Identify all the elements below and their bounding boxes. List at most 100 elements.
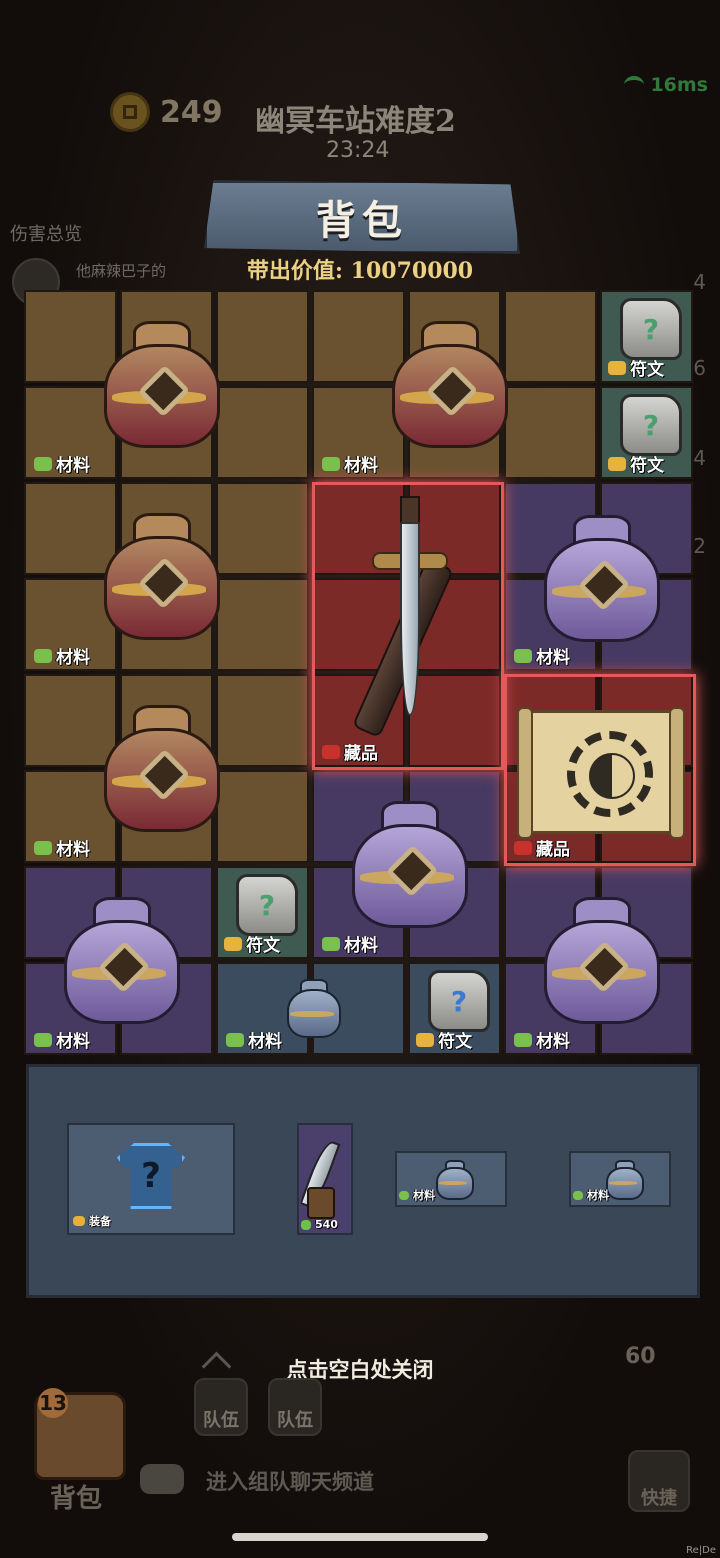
small-bag-icon [603, 1157, 644, 1201]
grid-cell[interactable] [216, 482, 309, 575]
grid-cell[interactable] [216, 386, 309, 479]
material-bag-icon [534, 886, 664, 1026]
item-type-label: 藏品 [344, 744, 378, 764]
team-mic-button[interactable]: 队伍 [194, 1378, 248, 1436]
material-bag-item[interactable]: 材料 [24, 482, 220, 674]
dagger-slot[interactable]: 540 [297, 1123, 353, 1235]
network-ping: 16ms [624, 74, 708, 96]
team-voice-button[interactable]: 队伍 [268, 1378, 322, 1436]
grid-cell[interactable] [504, 290, 597, 383]
material-bag-item[interactable]: 材料 [504, 866, 696, 1058]
material-bag-item[interactable]: 材料 [312, 290, 508, 482]
item-tag: 符文 [608, 355, 664, 380]
material-bag-icon [54, 886, 184, 1026]
item-type-label: 材料 [344, 456, 378, 476]
equipment-slot[interactable]: ? 装备 [67, 1123, 235, 1235]
material-bag-icon [534, 504, 664, 644]
grid-cell[interactable] [216, 770, 309, 863]
material-bag-item[interactable]: 材料 [312, 770, 504, 962]
item-tag: 材料 [514, 1027, 570, 1052]
bagua-scroll-collectible-item[interactable]: 藏品 [504, 674, 696, 866]
item-type-label: 材料 [536, 1032, 570, 1052]
small-material-bag-item[interactable]: 材料 [216, 962, 408, 1058]
bagua-scroll-icon [517, 707, 685, 839]
quick-button[interactable]: 快捷 [628, 1450, 690, 1512]
rune-mark: ? [258, 888, 276, 922]
collectible-tag-icon [322, 744, 340, 759]
grid-cell[interactable] [216, 290, 309, 383]
team-label: 队伍 [203, 1410, 239, 1431]
rune-item[interactable]: ? 符文 [600, 290, 696, 386]
sword-icon [316, 482, 500, 742]
rune-item[interactable]: ? 符文 [216, 866, 312, 962]
item-tag: 材料 [34, 835, 90, 860]
material-bag-item[interactable]: 材料 [24, 674, 220, 866]
rune-item[interactable]: ? 符文 [600, 386, 696, 482]
material-tag-icon [399, 1190, 409, 1200]
item-type-label: 材料 [344, 936, 378, 956]
grid-cell[interactable] [504, 386, 597, 479]
backpack-label: 背包 [50, 1484, 103, 1514]
item-tag: 材料 [399, 1187, 435, 1203]
item-tag: 装备 [73, 1213, 111, 1229]
item-tag: 材料 [34, 1027, 90, 1052]
backpack-banner: 背包 [204, 180, 520, 254]
ping-value: 16ms [650, 74, 708, 96]
material-tag-icon [514, 648, 532, 663]
item-value: 540 [315, 1218, 338, 1231]
team-chat-entry[interactable]: 进入组队聊天频道 [206, 1466, 374, 1496]
item-type-label: 材料 [248, 1032, 282, 1052]
item-tag: 材料 [226, 1027, 282, 1052]
equipment-tag-icon [73, 1216, 85, 1226]
rune-mark: ? [642, 312, 660, 346]
grid-cell[interactable] [216, 674, 309, 767]
small-bag-icon [282, 974, 342, 1039]
material-tag-icon [514, 1032, 532, 1047]
material-bag-item[interactable]: 材料 [24, 290, 220, 482]
material-bag-item[interactable]: 材料 [24, 866, 216, 1058]
material-tag-icon [322, 936, 340, 951]
rune-stone-icon: ? [236, 874, 298, 936]
chat-icon[interactable] [140, 1464, 184, 1494]
coin-value: 249 [160, 94, 223, 130]
rune-tag-icon [416, 1032, 434, 1047]
material-tag-icon [34, 648, 52, 663]
item-tag: 符文 [608, 451, 664, 476]
material-tag-icon [34, 456, 52, 471]
rune-tag-icon [608, 456, 626, 471]
sword-collectible-item[interactable]: 藏品 [312, 482, 504, 770]
item-tag: 材料 [322, 931, 378, 956]
item-tag: 符文 [416, 1027, 472, 1052]
item-type-label: 符文 [630, 456, 664, 476]
material-tag-icon [34, 1032, 52, 1047]
small-bag-slot[interactable]: 材料 [395, 1151, 507, 1207]
small-bag-slot[interactable]: 材料 [569, 1151, 671, 1207]
material-tag-icon [34, 840, 52, 855]
item-tag: 材料 [34, 451, 90, 476]
item-type-label: 材料 [56, 648, 90, 668]
item-type-label: 符文 [630, 360, 664, 380]
rune-mark: ? [450, 984, 468, 1018]
wifi-icon [624, 76, 645, 94]
item-type-label: 材料 [536, 648, 570, 668]
item-tag: 材料 [322, 451, 378, 476]
backpack-count: 13 [38, 1388, 68, 1418]
inventory-grid: 材料 材料 ? 符文 ? 符文 材料 藏品 材料 材料 藏品 材料 材料 ? 符… [24, 290, 696, 1055]
item-type-label: 符文 [246, 936, 280, 956]
material-bag-icon [382, 310, 512, 450]
rune-item[interactable]: ? 符文 [408, 962, 504, 1058]
item-type-label: 装备 [89, 1215, 111, 1228]
energy-counter: 60 [625, 1344, 656, 1369]
material-tag-icon [573, 1190, 583, 1200]
carry-value: 带出价值: 10070000 [246, 258, 474, 284]
item-tag: 符文 [224, 931, 280, 956]
close-hint[interactable]: 点击空白处关闭 [0, 1354, 720, 1384]
grid-cell[interactable] [216, 578, 309, 671]
item-tag: 540 [301, 1218, 338, 1231]
small-bag-icon [433, 1157, 474, 1201]
dagger-hilt-icon [307, 1187, 335, 1219]
home-indicator[interactable] [232, 1533, 488, 1541]
material-bag-icon [94, 310, 224, 450]
unknown-mark: ? [141, 1156, 161, 1196]
material-bag-item[interactable]: 材料 [504, 482, 696, 674]
